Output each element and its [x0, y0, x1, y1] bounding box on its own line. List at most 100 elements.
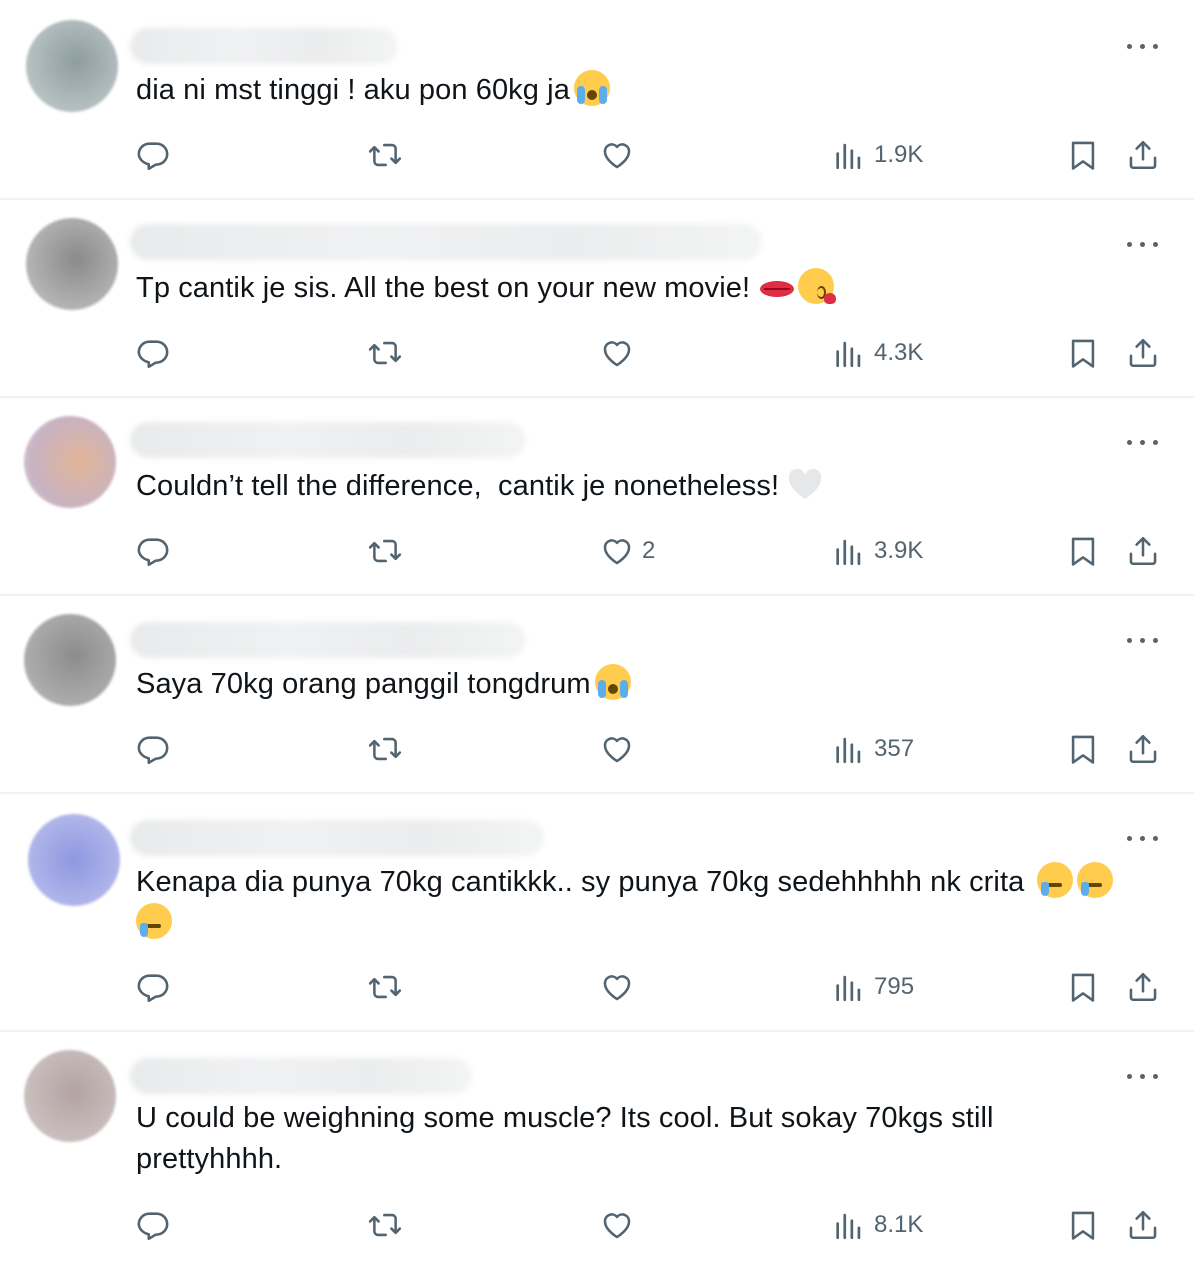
heart-icon	[600, 534, 634, 568]
like-button[interactable]	[600, 137, 634, 173]
face-holding-back-tears-icon	[1036, 862, 1073, 898]
share-button[interactable]	[1126, 335, 1160, 371]
share-button[interactable]	[1126, 533, 1160, 569]
reply-icon	[136, 138, 170, 172]
views-chart-icon	[832, 732, 866, 766]
tweet-actions: 357	[0, 731, 1194, 771]
more-dots-icon[interactable]	[1127, 240, 1159, 250]
like-button[interactable]: 2	[600, 533, 655, 569]
reply-icon	[136, 970, 170, 1004]
reply-button[interactable]	[136, 969, 170, 1005]
more-dots-icon[interactable]	[1127, 1072, 1159, 1082]
bookmark-button[interactable]	[1066, 731, 1100, 767]
loudly-crying-face-icon	[594, 664, 631, 700]
tweet-text: Couldn’t tell the difference, cantik je …	[136, 466, 1166, 507]
views-chart-icon	[832, 138, 866, 172]
views-chart-icon	[832, 534, 866, 568]
loudly-crying-face-icon	[573, 70, 610, 106]
views-count: 795	[874, 973, 915, 1000]
tweet-actions: 2 3.9K	[0, 533, 1194, 573]
reply-button[interactable]	[136, 731, 170, 767]
share-icon	[1126, 1208, 1160, 1242]
reply-button[interactable]	[136, 533, 170, 569]
views-button[interactable]: 357	[832, 731, 914, 767]
views-button[interactable]: 8.1K	[832, 1207, 923, 1243]
repost-button[interactable]	[368, 969, 402, 1005]
reply-button[interactable]	[136, 137, 170, 173]
repost-button[interactable]	[368, 137, 402, 173]
bookmark-icon	[1066, 1208, 1100, 1242]
tweet-actions: 1.9K	[0, 137, 1194, 177]
face-blowing-a-kiss-icon	[798, 268, 837, 304]
avatar[interactable]	[24, 1050, 116, 1142]
heart-icon	[600, 970, 634, 1004]
avatar[interactable]	[28, 814, 120, 906]
reply-tweet[interactable]: Saya 70kg orang panggil tongdrum 357	[0, 596, 1194, 794]
bookmark-button[interactable]	[1066, 533, 1100, 569]
tweet-text: Tp cantik je sis. All the best on your n…	[136, 268, 1166, 309]
share-icon	[1126, 970, 1160, 1004]
heart-icon	[600, 1208, 634, 1242]
views-count: 4.3K	[874, 339, 924, 366]
share-icon	[1126, 534, 1160, 568]
repost-icon	[368, 336, 402, 370]
like-button[interactable]	[600, 335, 634, 371]
reply-tweet[interactable]: U could be weighning some muscle? Its co…	[0, 1032, 1194, 1268]
avatar[interactable]	[26, 20, 118, 112]
like-button[interactable]	[600, 1207, 634, 1243]
like-button[interactable]	[600, 731, 634, 767]
views-count: 8.1K	[874, 1211, 924, 1238]
share-button[interactable]	[1126, 969, 1160, 1005]
repost-icon	[368, 1208, 402, 1242]
bookmark-button[interactable]	[1066, 1207, 1100, 1243]
bookmark-button[interactable]	[1066, 969, 1100, 1005]
more-dots-icon[interactable]	[1127, 438, 1159, 448]
views-button[interactable]: 4.3K	[832, 335, 923, 371]
face-holding-back-tears-icon	[1076, 862, 1113, 898]
share-button[interactable]	[1126, 731, 1160, 767]
reply-tweet[interactable]: Couldn’t tell the difference, cantik je …	[0, 398, 1194, 596]
blurred-username	[130, 422, 526, 458]
reply-button[interactable]	[136, 1207, 170, 1243]
bookmark-button[interactable]	[1066, 335, 1100, 371]
reply-icon	[136, 336, 170, 370]
blurred-username	[130, 224, 762, 260]
repost-button[interactable]	[368, 731, 402, 767]
white-heart-icon	[788, 469, 822, 499]
blurred-username	[130, 28, 398, 64]
bookmark-button[interactable]	[1066, 137, 1100, 173]
reply-tweet[interactable]: Tp cantik je sis. All the best on your n…	[0, 200, 1194, 398]
reply-icon	[136, 534, 170, 568]
likes-count: 2	[642, 537, 656, 564]
repost-button[interactable]	[368, 533, 402, 569]
share-button[interactable]	[1126, 1207, 1160, 1243]
blurred-username	[130, 622, 526, 658]
views-button[interactable]: 1.9K	[832, 137, 923, 173]
reply-button[interactable]	[136, 335, 170, 371]
more-dots-icon[interactable]	[1127, 834, 1159, 844]
repost-icon	[368, 534, 402, 568]
repost-icon	[368, 970, 402, 1004]
more-dots-icon[interactable]	[1127, 42, 1159, 52]
kiss-mark-icon	[760, 279, 795, 299]
views-count: 1.9K	[874, 141, 924, 168]
reply-tweet[interactable]: dia ni mst tinggi ! aku pon 60kg ja 1.9K	[0, 0, 1194, 200]
bookmark-icon	[1066, 534, 1100, 568]
avatar[interactable]	[24, 614, 116, 706]
more-dots-icon[interactable]	[1127, 636, 1159, 646]
views-button[interactable]: 3.9K	[832, 533, 923, 569]
repost-button[interactable]	[368, 335, 402, 371]
views-button[interactable]: 795	[832, 969, 914, 1005]
tweet-text: dia ni mst tinggi ! aku pon 60kg ja	[136, 70, 1166, 111]
avatar[interactable]	[24, 416, 116, 508]
bookmark-icon	[1066, 138, 1100, 172]
bookmark-icon	[1066, 732, 1100, 766]
repost-icon	[368, 138, 402, 172]
share-button[interactable]	[1126, 137, 1160, 173]
views-count: 3.9K	[874, 537, 924, 564]
like-button[interactable]	[600, 969, 634, 1005]
avatar[interactable]	[26, 218, 118, 310]
reply-tweet[interactable]: Kenapa dia punya 70kg cantikkk.. sy puny…	[0, 794, 1194, 1032]
tweet-text: Saya 70kg orang panggil tongdrum	[136, 664, 1166, 705]
repost-button[interactable]	[368, 1207, 402, 1243]
